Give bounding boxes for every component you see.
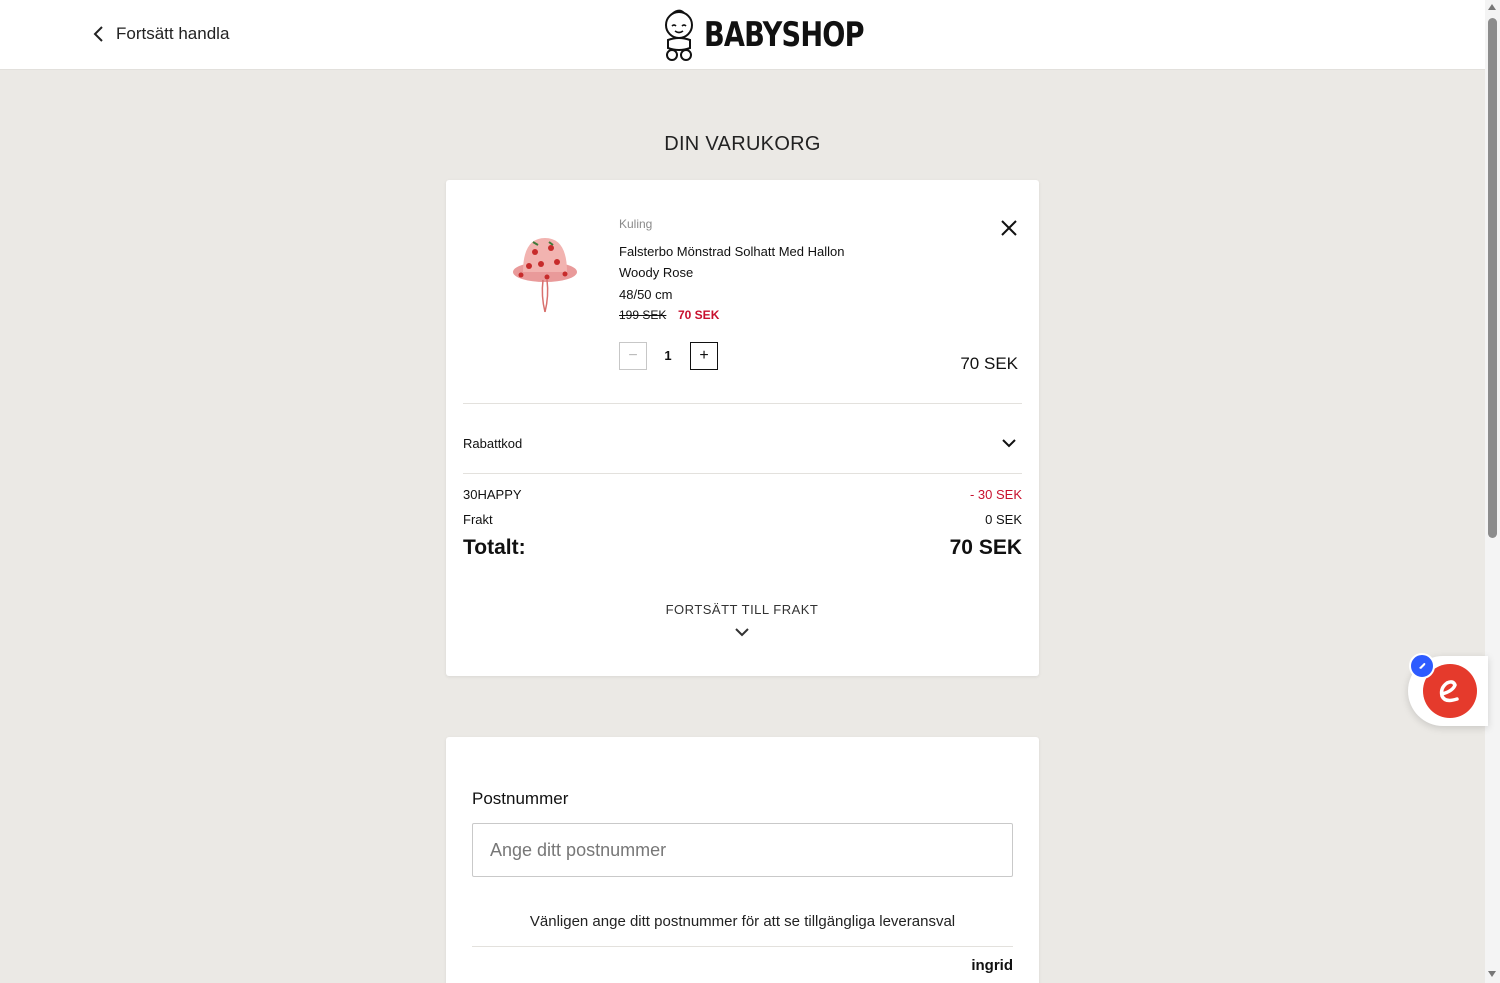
page-scrollbar[interactable] [1485, 0, 1500, 983]
scroll-up-arrow-icon[interactable] [1488, 4, 1496, 10]
discount-code-label[interactable]: Rabattkod [463, 436, 522, 451]
original-price: 199 SEK [619, 308, 667, 322]
total-label: Totalt: [463, 536, 526, 559]
product-brand[interactable]: Kuling [619, 217, 652, 231]
continue-shopping-link[interactable]: Fortsätt handla [92, 24, 229, 44]
product-color: Woody Rose [619, 265, 694, 280]
logo-wordmark: BABYSHOP [704, 15, 865, 55]
divider [472, 946, 1013, 947]
chevron-down-icon[interactable] [733, 626, 751, 638]
divider [463, 403, 1022, 404]
continue-to-shipping-button[interactable]: FORTSÄTT TILL FRAKT [600, 602, 884, 617]
quantity-value: 1 [664, 348, 672, 363]
postal-code-label: Postnummer [472, 789, 569, 808]
remove-item-close-icon[interactable] [998, 217, 1020, 239]
postal-code-input[interactable] [472, 823, 1013, 877]
sale-price: 70 SEK [678, 308, 720, 322]
product-image-sun-hat[interactable] [505, 230, 585, 320]
ingrid-logo: ingrid [971, 957, 1013, 974]
product-name-line1: Falsterbo Mönstrad Solhatt Med Hallon [619, 244, 845, 259]
site-header: Fortsätt handla BABYSHOP [0, 0, 1485, 70]
shipping-cost: 0 SEK [985, 512, 1022, 527]
babyshop-logo[interactable]: BABYSHOP [660, 8, 904, 62]
chevron-left-icon [93, 26, 103, 42]
product-size: 48/50 cm [619, 287, 673, 302]
item-line-total: 70 SEK [960, 354, 1018, 373]
discount-code-applied: 30HAPPY [463, 487, 522, 502]
location-badge-icon [1409, 653, 1435, 679]
divider [463, 473, 1022, 474]
chevron-down-icon[interactable] [1000, 436, 1018, 450]
total-value: 70 SEK [949, 536, 1022, 559]
baby-logo-icon [665, 9, 693, 61]
discount-amount: - 30 SEK [969, 487, 1022, 502]
page-title: DIN VARUKORG [664, 133, 821, 155]
scrollbar-thumb[interactable] [1488, 18, 1497, 538]
scroll-down-arrow-icon[interactable] [1488, 971, 1496, 977]
continue-shopping-label: Fortsätt handla [116, 24, 230, 43]
product-name[interactable]: Falsterbo Mönstrad Solhatt Med Hallon Wo… [619, 241, 919, 283]
shipping-label: Frakt [463, 512, 493, 527]
quantity-decrease-button[interactable]: − [619, 342, 647, 370]
postal-code-hint: Vänligen ange ditt postnummer för att se… [529, 913, 956, 930]
quantity-increase-button[interactable]: + [690, 342, 718, 370]
